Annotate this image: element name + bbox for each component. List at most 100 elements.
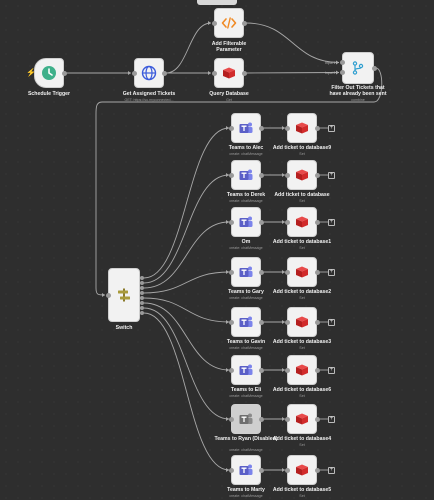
- input-port[interactable]: [228, 416, 234, 422]
- add-node-button[interactable]: +: [328, 366, 335, 374]
- output-port[interactable]: [372, 65, 377, 71]
- input-port[interactable]: [284, 172, 290, 178]
- output-port[interactable]: [259, 125, 264, 131]
- redis-icon: [296, 364, 308, 376]
- redis-label: Add ticket to database: [274, 192, 330, 198]
- input-port[interactable]: [228, 367, 234, 373]
- input-port[interactable]: [228, 125, 234, 131]
- switch-output-port[interactable]: [140, 301, 144, 305]
- teams-node[interactable]: [231, 257, 261, 287]
- output-port[interactable]: [242, 70, 247, 76]
- add-filterable-parameter-node[interactable]: [214, 8, 244, 38]
- output-port[interactable]: [315, 125, 320, 131]
- merge-icon: [352, 61, 364, 75]
- redis-node[interactable]: [287, 160, 317, 190]
- teams-node[interactable]: [231, 160, 261, 190]
- output-port[interactable]: [315, 467, 320, 473]
- input-port[interactable]: [228, 467, 234, 473]
- redis-node[interactable]: [287, 257, 317, 287]
- switch-output-port[interactable]: [140, 281, 144, 285]
- switch-output-port[interactable]: [140, 286, 144, 290]
- workflow-canvas[interactable]: ⚡ Schedule Trigger Get Assigned Tickets …: [0, 0, 434, 500]
- input-port[interactable]: [228, 219, 234, 225]
- teams-icon: [239, 464, 253, 475]
- add-node-button[interactable]: +: [328, 466, 335, 474]
- output-port[interactable]: [315, 269, 320, 275]
- input-port[interactable]: [284, 269, 290, 275]
- teams-node[interactable]: [231, 307, 261, 337]
- edge-switch-to-teams: [143, 302, 230, 371]
- output-port[interactable]: [315, 219, 320, 225]
- switch-output-port[interactable]: [140, 291, 144, 295]
- redis-node[interactable]: [287, 355, 317, 385]
- edge-trigger-to-get-arrow: [128, 71, 131, 75]
- output-port[interactable]: [315, 367, 320, 373]
- get-assigned-tickets-label: Get Assigned Tickets: [122, 91, 176, 97]
- teams-node[interactable]: [231, 455, 261, 485]
- schedule-trigger-label: Schedule Trigger: [27, 91, 71, 97]
- output-port[interactable]: [259, 319, 264, 325]
- teams-node[interactable]: [231, 207, 261, 237]
- redis-subtitle: Set: [299, 295, 305, 300]
- teams-node[interactable]: [231, 355, 261, 385]
- input-port[interactable]: [228, 269, 234, 275]
- get-assigned-tickets-node[interactable]: [134, 58, 164, 88]
- switch-output-port[interactable]: [140, 276, 144, 280]
- output-port[interactable]: [242, 20, 247, 26]
- teams-node[interactable]: [231, 113, 261, 143]
- edge-switch-to-teams: [143, 307, 230, 420]
- add-node-button[interactable]: +: [328, 171, 335, 179]
- switch-output-port[interactable]: [140, 296, 144, 300]
- output-port[interactable]: [162, 70, 167, 76]
- redis-node[interactable]: [287, 307, 317, 337]
- add-node-button[interactable]: +: [328, 318, 335, 326]
- input-port[interactable]: [284, 467, 290, 473]
- input-port[interactable]: [131, 70, 137, 76]
- redis-icon: [296, 316, 308, 328]
- input-port[interactable]: [211, 70, 217, 76]
- teams-node[interactable]: [231, 404, 261, 434]
- output-port[interactable]: [315, 416, 320, 422]
- redis-icon: [296, 216, 308, 228]
- redis-node[interactable]: [287, 207, 317, 237]
- switch-node[interactable]: [108, 268, 140, 322]
- input-port[interactable]: [228, 319, 234, 325]
- input-port[interactable]: [228, 172, 234, 178]
- schedule-trigger-node[interactable]: [34, 58, 64, 88]
- input-1-label: Input 1: [325, 60, 336, 65]
- output-port[interactable]: [62, 70, 67, 76]
- query-database-node[interactable]: [214, 58, 244, 88]
- output-port[interactable]: [315, 172, 320, 178]
- redis-node[interactable]: [287, 404, 317, 434]
- input-port[interactable]: [284, 319, 290, 325]
- redis-node[interactable]: [287, 113, 317, 143]
- input-port[interactable]: [284, 219, 290, 225]
- redis-label: Add ticket to database1: [272, 239, 332, 245]
- redis-node[interactable]: [287, 455, 317, 485]
- add-node-button[interactable]: +: [328, 268, 335, 276]
- switch-output-port[interactable]: [140, 311, 144, 315]
- switch-label: Switch: [115, 325, 133, 331]
- output-port[interactable]: [259, 269, 264, 275]
- filter-out-tickets-node[interactable]: [342, 52, 374, 84]
- output-port[interactable]: [259, 219, 264, 225]
- teams-icon: [239, 216, 253, 227]
- input-port[interactable]: [284, 125, 290, 131]
- edge-get-to-filter-param-arrow: [208, 21, 211, 25]
- add-node-button[interactable]: +: [328, 415, 335, 423]
- input-port[interactable]: [284, 416, 290, 422]
- input-port[interactable]: [284, 367, 290, 373]
- input-port[interactable]: [211, 20, 217, 26]
- add-node-button[interactable]: +: [328, 124, 335, 132]
- input-port-1[interactable]: [339, 60, 345, 65]
- switch-output-port[interactable]: [140, 306, 144, 310]
- teams-icon: [239, 169, 253, 180]
- output-port[interactable]: [259, 367, 264, 373]
- output-port[interactable]: [259, 172, 264, 178]
- add-node-button[interactable]: +: [328, 218, 335, 226]
- output-port[interactable]: [259, 467, 264, 473]
- output-port[interactable]: [259, 416, 264, 422]
- input-port-2[interactable]: [339, 70, 345, 75]
- input-port[interactable]: [105, 292, 111, 298]
- output-port[interactable]: [315, 319, 320, 325]
